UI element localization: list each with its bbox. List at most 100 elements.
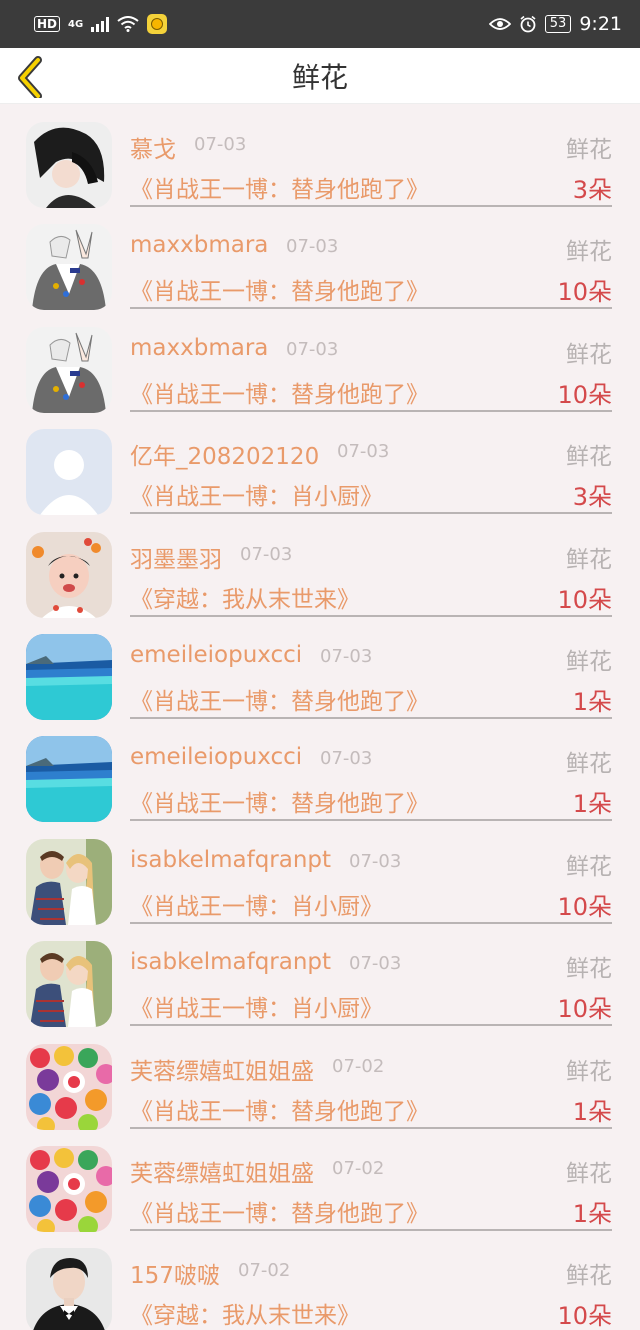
book-title[interactable]: 《肖战王一博：替身他跑了》 (130, 1092, 429, 1126)
network-type-label: 4G (68, 18, 84, 30)
record-row[interactable]: emeileiopuxcci 07-03 鲜花《肖战王一博：替身他跑了》 1朵 (0, 718, 640, 823)
record-row[interactable]: isabkelmafqranpt 07-03 鲜花《肖战王一博：肖小厨》 10朵 (0, 821, 640, 925)
record-row[interactable]: 芙蓉缥嬉虹姐姐盛 07-02 鲜花《肖战王一博：替身他跑了》 1朵 (0, 1026, 640, 1130)
send-date: 07-03 (320, 748, 373, 770)
gift-count: 1朵 (572, 1097, 612, 1126)
send-date: 07-03 (194, 134, 247, 155)
sender-name[interactable]: emeileiopuxcci (130, 642, 302, 668)
sender-name[interactable]: maxxbmara (130, 335, 268, 361)
gift-type: 鲜花 (566, 546, 612, 573)
sender-name[interactable]: 157啵啵 (130, 1256, 220, 1290)
gift-type: 鲜花 (566, 1263, 612, 1290)
clock: 9:21 (579, 13, 622, 35)
gift-type: 鲜花 (566, 444, 612, 471)
gift-type: 鲜花 (566, 751, 612, 778)
gift-count: 10朵 (557, 892, 612, 921)
send-date: 07-03 (320, 645, 373, 667)
status-left: HD 4G (34, 14, 168, 34)
gift-count: 10朵 (557, 995, 612, 1024)
gift-count: 1朵 (572, 1199, 612, 1228)
signal-icon (91, 16, 110, 32)
record-row[interactable]: isabkelmafqranpt 07-03 鲜花 《肖战王一博：肖小厨》 10朵 (0, 923, 640, 1028)
couple-kiss-avatar[interactable] (26, 838, 112, 925)
gift-count: 10朵 (557, 278, 612, 307)
sender-name[interactable]: emeileiopuxcci (130, 744, 302, 770)
record-row[interactable]: maxxbmara 07-03 鲜花《肖战王一博：替身他跑了》 10朵 (0, 206, 640, 311)
back-button[interactable] (14, 54, 58, 100)
send-date: 07-03 (286, 338, 339, 360)
sender-name[interactable]: 亿年_208202120 (130, 437, 319, 471)
book-title[interactable]: 《穿越：我从末世来》 (130, 1296, 360, 1330)
gift-type: 鲜花 (566, 341, 612, 368)
record-row[interactable]: 羽墨墨羽 07-03 鲜花《穿越：我从末世来》 10朵 (0, 514, 640, 618)
gift-count: 10朵 (557, 585, 612, 614)
gift-type: 鲜花 (566, 1058, 612, 1085)
page-title: 鲜花 (291, 60, 348, 94)
record-row[interactable]: maxxbmara 07-03 鲜花《肖战王一博：替身他跑了》 10朵 (0, 309, 640, 413)
hd-icon: HD (34, 16, 61, 32)
sender-name[interactable]: isabkelmafqranpt (130, 949, 331, 975)
book-title[interactable]: 《肖战王一博：替身他跑了》 (130, 682, 429, 716)
wifi-icon (117, 16, 139, 32)
couple-kiss-avatar[interactable] (26, 941, 112, 1028)
alarm-icon (520, 15, 536, 33)
record-row[interactable]: 157啵啵 07-02 鲜花《穿越：我从末世来》 10朵 (0, 1230, 640, 1330)
candy-pile-avatar[interactable] (26, 1145, 112, 1232)
book-title[interactable]: 《肖战王一博：替身他跑了》 (130, 784, 429, 818)
man-in-suit-avatar[interactable] (26, 1248, 112, 1330)
record-row[interactable]: 亿年_208202120 07-03 鲜花《肖战王一博：肖小厨》 3朵 (0, 411, 640, 516)
send-date: 07-03 (349, 953, 402, 975)
book-title[interactable]: 《穿越：我从末世来》 (130, 580, 360, 614)
gift-type: 鲜花 (566, 1160, 612, 1187)
status-right: 53 9:21 (488, 13, 622, 35)
pool-seascape-avatar[interactable] (26, 633, 112, 720)
book-title[interactable]: 《肖战王一博：替身他跑了》 (130, 375, 429, 409)
record-row[interactable]: 芙蓉缥嬉虹姐姐盛 07-02 鲜花《肖战王一博：替身他跑了》 1朵 (0, 1128, 640, 1232)
default-user-avatar[interactable] (26, 429, 112, 516)
battery-indicator: 53 (544, 15, 572, 33)
sender-name[interactable]: 芙蓉缥嬉虹姐姐盛 (130, 1052, 314, 1086)
flower-record-list[interactable]: 慕戈 07-03 鲜花 《肖战王一博：替身他跑了》 3朵 maxxbmara 07-03 鲜花… (0, 104, 640, 1330)
book-title[interactable]: 《肖战王一博：替身他跑了》 (130, 1194, 429, 1228)
sender-name[interactable]: 羽墨墨羽 (130, 540, 222, 574)
gift-count: 3朵 (572, 483, 612, 512)
send-date: 07-02 (332, 1055, 385, 1077)
navigation-bar: 鲜花 (0, 48, 640, 104)
notification-app-icon (147, 14, 168, 34)
anime-peace-sign-avatar[interactable] (26, 224, 112, 311)
book-title[interactable]: 《肖战王一博：替身他跑了》 (130, 272, 429, 306)
send-date: 07-02 (332, 1157, 385, 1179)
sender-name[interactable]: isabkelmafqranpt (130, 847, 331, 873)
sender-name[interactable]: 芙蓉缥嬉虹姐姐盛 (130, 1154, 314, 1188)
status-bar: HD 4G 53 9:21 (0, 0, 640, 48)
book-title[interactable]: 《肖战王一博：替身他跑了》 (130, 170, 429, 204)
book-title[interactable]: 《肖战王一博：肖小厨》 (130, 477, 383, 511)
gift-count: 1朵 (572, 687, 612, 716)
send-date: 07-03 (286, 236, 339, 258)
book-title[interactable]: 《肖战王一博：肖小厨》 (130, 887, 383, 921)
send-date: 07-03 (337, 441, 390, 463)
anime-peace-sign-avatar[interactable] (26, 326, 112, 413)
eye-comfort-icon (488, 18, 511, 30)
pool-seascape-avatar[interactable] (26, 736, 112, 823)
send-date: 07-03 (240, 543, 293, 565)
send-date: 07-02 (238, 1260, 291, 1282)
anime-couple-avatar[interactable] (26, 122, 112, 208)
gift-count: 3朵 (572, 176, 612, 204)
baby-photo-avatar[interactable] (26, 531, 112, 618)
sender-name[interactable]: 慕戈 (130, 130, 176, 164)
send-date: 07-03 (349, 850, 402, 872)
sender-name[interactable]: maxxbmara (130, 232, 268, 258)
gift-type: 鲜花 (566, 239, 612, 266)
record-row[interactable]: emeileiopuxcci 07-03 鲜花《肖战王一博：替身他跑了》 1朵 (0, 616, 640, 720)
gift-count: 1朵 (572, 790, 612, 819)
book-title[interactable]: 《肖战王一博：肖小厨》 (130, 989, 383, 1023)
gift-type: 鲜花 (566, 137, 612, 163)
record-row[interactable]: 慕戈 07-03 鲜花《肖战王一博：替身他跑了》 3朵 (0, 104, 640, 208)
candy-pile-avatar[interactable] (26, 1043, 112, 1130)
gift-type: 鲜花 (566, 853, 612, 880)
gift-count: 10朵 (557, 1302, 612, 1330)
gift-count: 10朵 (557, 380, 612, 409)
chevron-left-icon (18, 56, 42, 100)
gift-type: 鲜花 (566, 648, 612, 675)
